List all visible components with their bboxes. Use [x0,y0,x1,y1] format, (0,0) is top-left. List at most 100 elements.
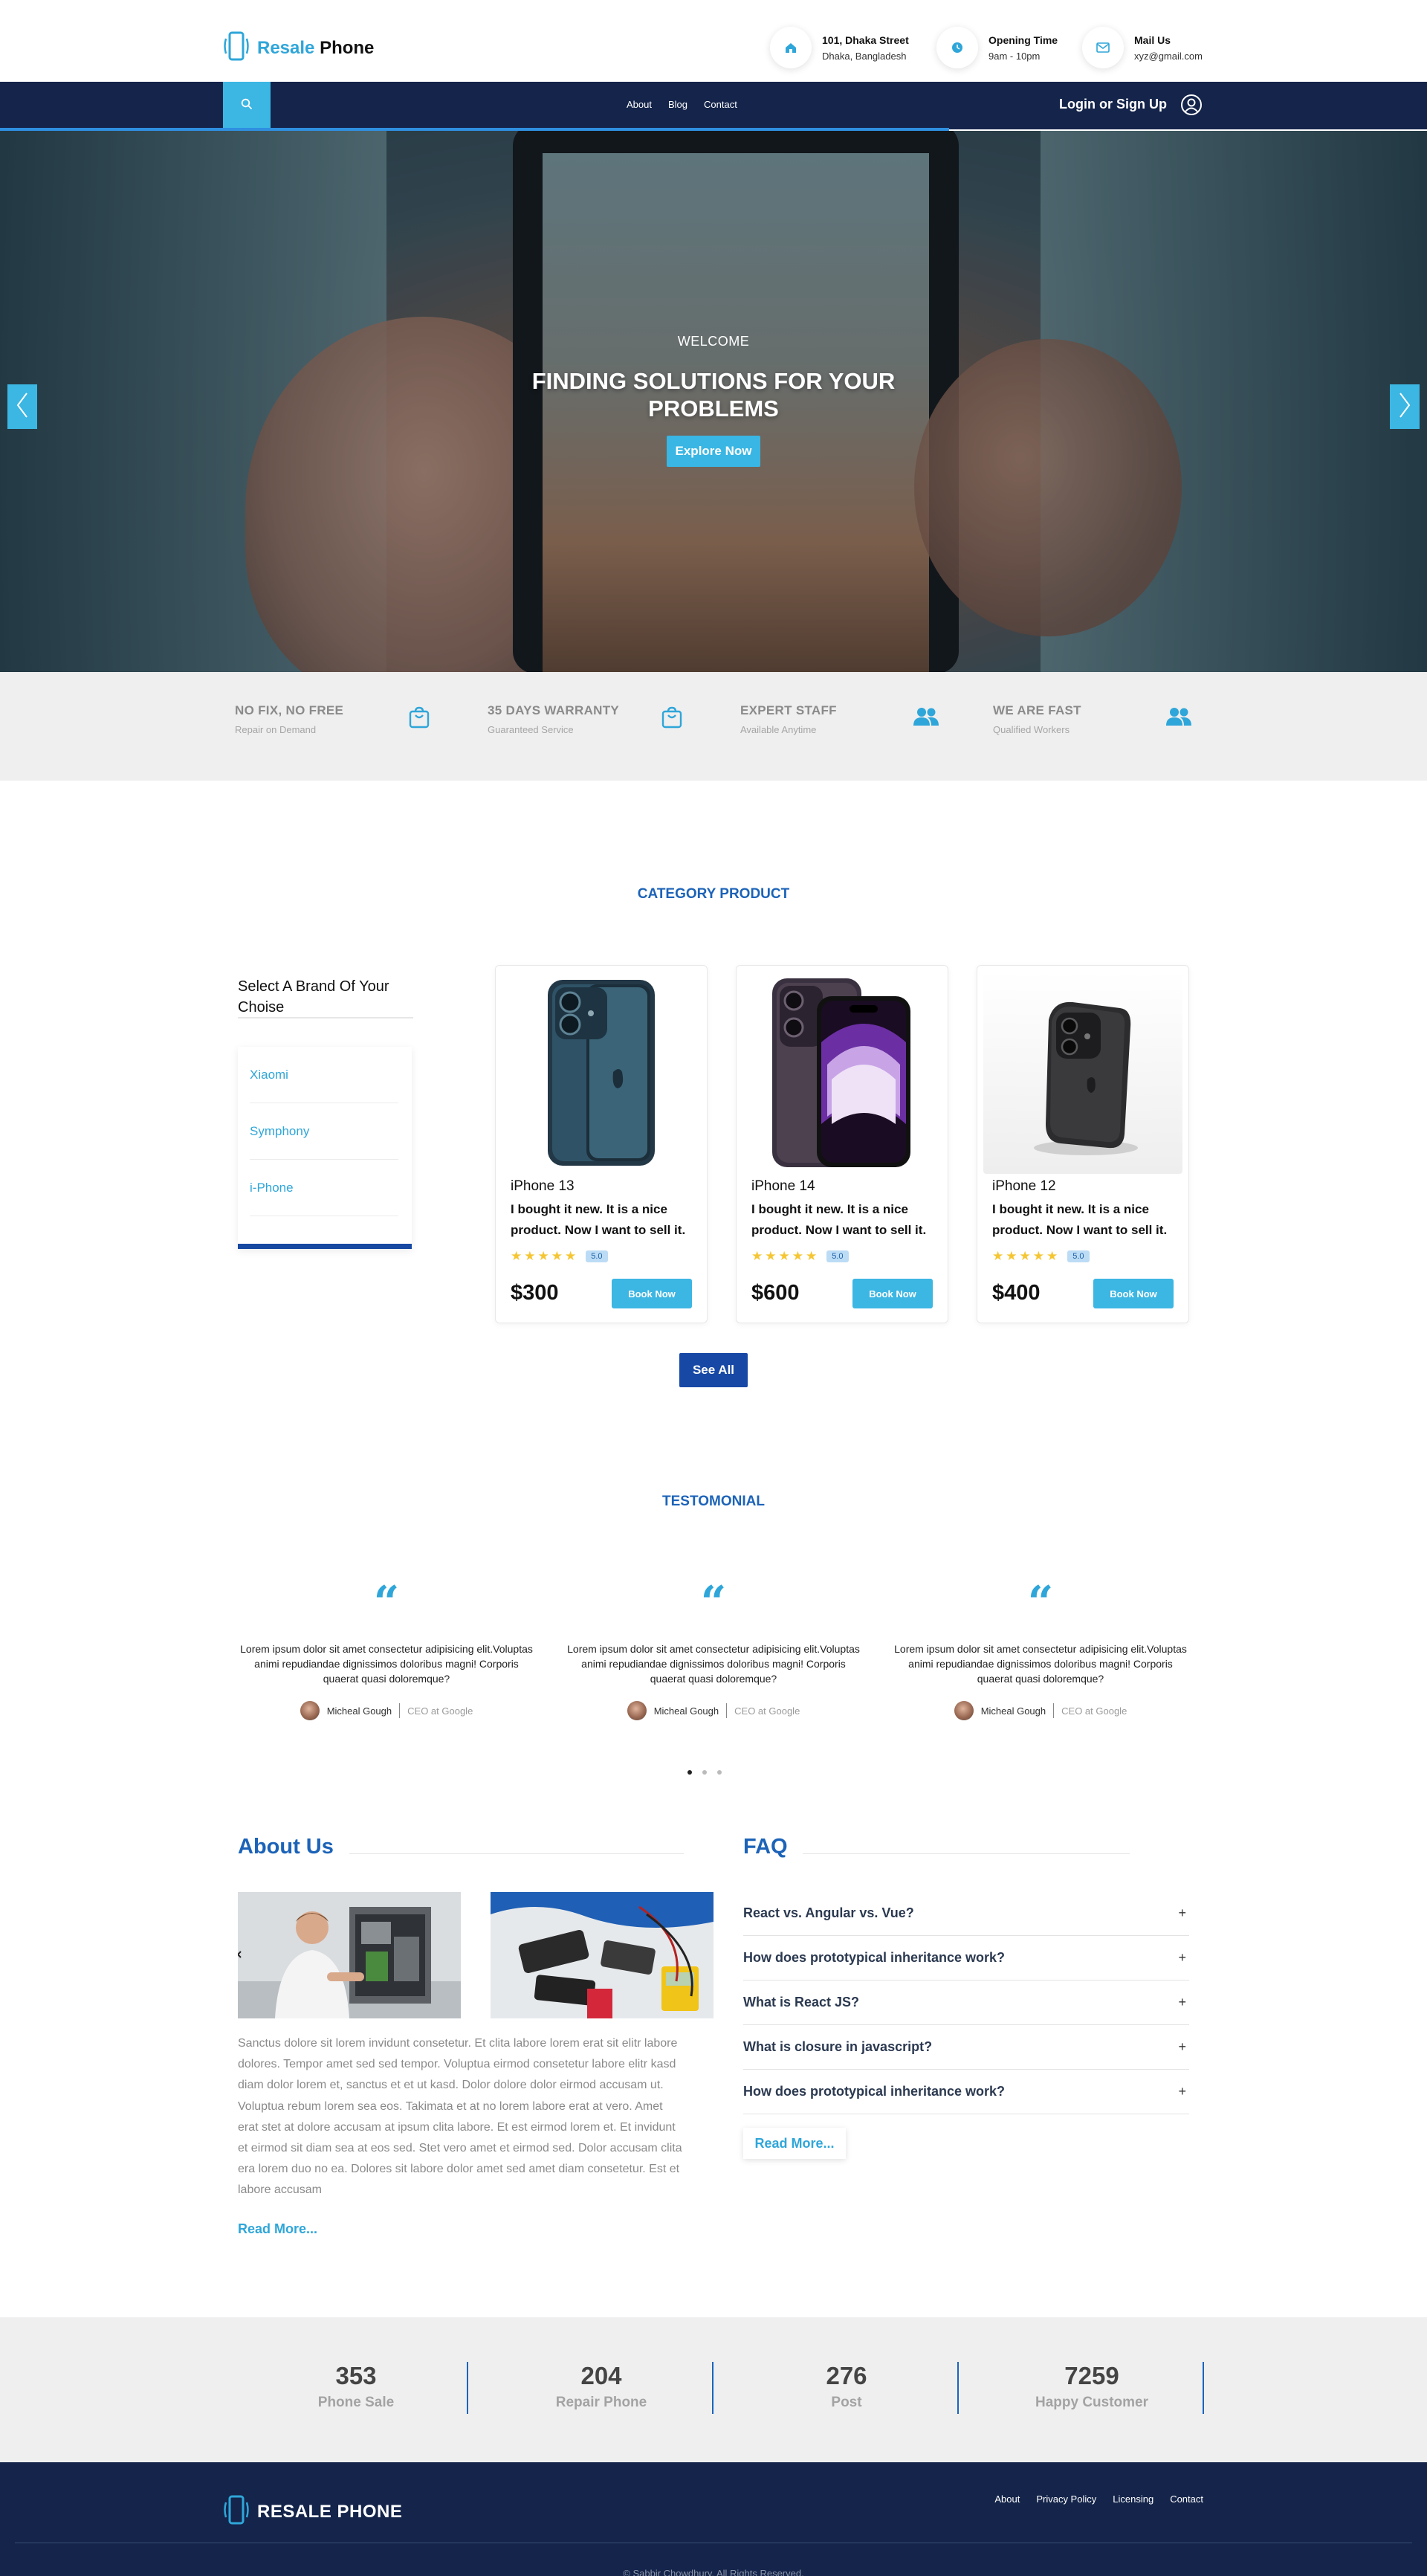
footer-link-licensing[interactable]: Licensing [1113,2493,1153,2505]
carousel-dot[interactable] [717,1770,722,1775]
user-account-icon[interactable] [1180,94,1203,120]
stat-number: 7259 [1064,2362,1119,2389]
mail-info: Mail Us xyz@gmail.com [1082,27,1203,68]
feature-title: EXPERT STAFF [740,703,837,717]
search-button[interactable] [223,82,271,129]
footer-logo[interactable]: RESALE PHONE [223,2495,402,2528]
mail-icon [1082,27,1124,68]
product-name: iPhone 13 [511,1178,575,1194]
slider-prev-button[interactable] [7,384,37,429]
testimonial-section-title: TESTOMONIAL [662,1494,765,1509]
faq-item[interactable]: How does prototypical inheritance work? … [743,1936,1189,1981]
brand-list-accent-bar [238,1244,412,1249]
chevron-left-icon [15,390,30,424]
stat-phone-sale: 353 Phone Sale [245,2362,468,2414]
stat-label: Phone Sale [317,2395,395,2410]
faq-item[interactable]: How does prototypical inheritance work? … [743,2070,1189,2114]
faq-item[interactable]: React vs. Angular vs. Vue? + [743,1891,1189,1936]
footer-logo-text: RESALE PHONE [257,2501,403,2522]
footer-link-privacy[interactable]: Privacy Policy [1036,2493,1096,2505]
product-rating: ★ ★ ★ ★ ★ 5.0 [992,1249,1090,1264]
login-signup-link[interactable]: Login or Sign Up [1059,97,1167,112]
brand-item-symphony[interactable]: Symphony [250,1103,398,1160]
see-all-button[interactable]: See All [679,1353,748,1387]
plus-icon: + [1178,2039,1186,2054]
quote-icon: “ [700,1577,727,1629]
home-icon [770,27,812,68]
explore-now-button[interactable]: Explore Now [667,436,760,467]
shopping-bag-icon [409,706,430,732]
feature-warranty: 35 DAYS WARRANTY Guaranteed Service [488,703,619,735]
stat-number: 204 [580,2362,622,2389]
about-read-more-link[interactable]: Read More... [238,2221,317,2237]
faq-title: FAQ [743,1835,788,1859]
shopping-bag-icon [661,706,682,732]
divider [349,1853,684,1854]
stat-happy-customer: 7259 Happy Customer [981,2362,1204,2414]
stat-number: 276 [826,2362,867,2389]
product-description: I bought it new. It is a nice product. N… [992,1202,1168,1237]
star-icon: ★ [778,1249,790,1263]
carousel-dot[interactable] [687,1770,692,1775]
nav-link-blog[interactable]: Blog [668,99,687,110]
faq-question: React vs. Angular vs. Vue? [743,1905,914,1920]
technician-image [238,1892,461,2018]
rating-badge: 5.0 [826,1250,849,1262]
star-icon: ★ [1006,1249,1017,1263]
faq-question: What is React JS? [743,1995,860,2010]
phone-logo-icon [223,2495,250,2528]
star-icon: ★ [1032,1249,1044,1263]
mail-sub[interactable]: xyz@gmail.com [1134,51,1203,62]
faq-question: How does prototypical inheritance work? [743,1950,1006,1965]
footer-links: About Privacy Policy Licensing Contact [994,2493,1203,2505]
stat-number: 353 [335,2362,377,2389]
main-navbar: About Blog Contact Login or Sign Up [0,82,1427,129]
nav-link-about[interactable]: About [627,99,652,110]
star-icon: ★ [1019,1249,1031,1263]
faq-item[interactable]: What is closure in javascript? + [743,2025,1189,2070]
features-strip: NO FIX, NO FREE Repair on Demand 35 DAYS… [0,672,1427,781]
about-title: About Us [238,1835,334,1859]
avatar [954,1701,974,1720]
hero-slider: WELCOME FINDING SOLUTIONS FOR YOUR PROBL… [0,131,1427,672]
author-role: CEO at Google [1061,1705,1127,1717]
book-now-button[interactable]: Book Now [852,1279,933,1308]
hero-welcome: WELCOME [677,334,750,349]
brand-item-iphone[interactable]: i-Phone [250,1160,398,1216]
divider [238,1017,413,1019]
top-header: Resale Phone 101, Dhaka Street Dhaka, Ba… [0,0,1427,82]
testimonial-text: Lorem ipsum dolor sit amet consectetur a… [240,1643,533,1685]
book-now-button[interactable]: Book Now [1093,1279,1174,1308]
category-section-title: CATEGORY PRODUCT [637,886,790,902]
hours-info: Opening Time 9am - 10pm [936,27,1058,68]
feature-title: 35 DAYS WARRANTY [488,703,620,717]
star-icon: ★ [751,1249,763,1263]
faq-read-more-button[interactable]: Read More... [743,2128,846,2159]
product-price: $600 [751,1281,800,1305]
slider-next-button[interactable] [1390,384,1420,429]
chevron-right-icon [1397,390,1412,424]
site-footer: RESALE PHONE About Privacy Policy Licens… [0,2462,1427,2576]
book-now-button[interactable]: Book Now [612,1279,692,1308]
footer-link-about[interactable]: About [994,2493,1020,2505]
logo-text: Resale Phone [257,37,375,58]
rating-badge: 5.0 [586,1250,608,1262]
product-image [742,972,942,1174]
feature-fast: WE ARE FAST Qualified Workers [993,703,1081,735]
carousel-dot[interactable] [702,1770,707,1775]
product-name: iPhone 12 [992,1178,1056,1194]
mail-title: Mail Us [1134,33,1171,46]
nav-link-contact[interactable]: Contact [704,99,737,110]
footer-link-contact[interactable]: Contact [1170,2493,1203,2505]
star-icon: ★ [792,1249,803,1263]
testimonial-author: Micheal Gough CEO at Google [238,1701,535,1720]
faq-item[interactable]: What is React JS? + [743,1981,1189,2025]
site-logo[interactable]: Resale Phone [223,31,374,65]
brand-item-xiaomi[interactable]: Xiaomi [250,1047,398,1103]
stat-label: Post [831,2395,862,2410]
feature-sub: Repair on Demand [235,724,317,735]
author-role: CEO at Google [407,1705,473,1717]
users-icon [1165,706,1192,731]
product-description: I bought it new. It is a nice product. N… [751,1202,927,1237]
brand-select-heading: Select A Brand Of Your Choise [238,978,389,1016]
